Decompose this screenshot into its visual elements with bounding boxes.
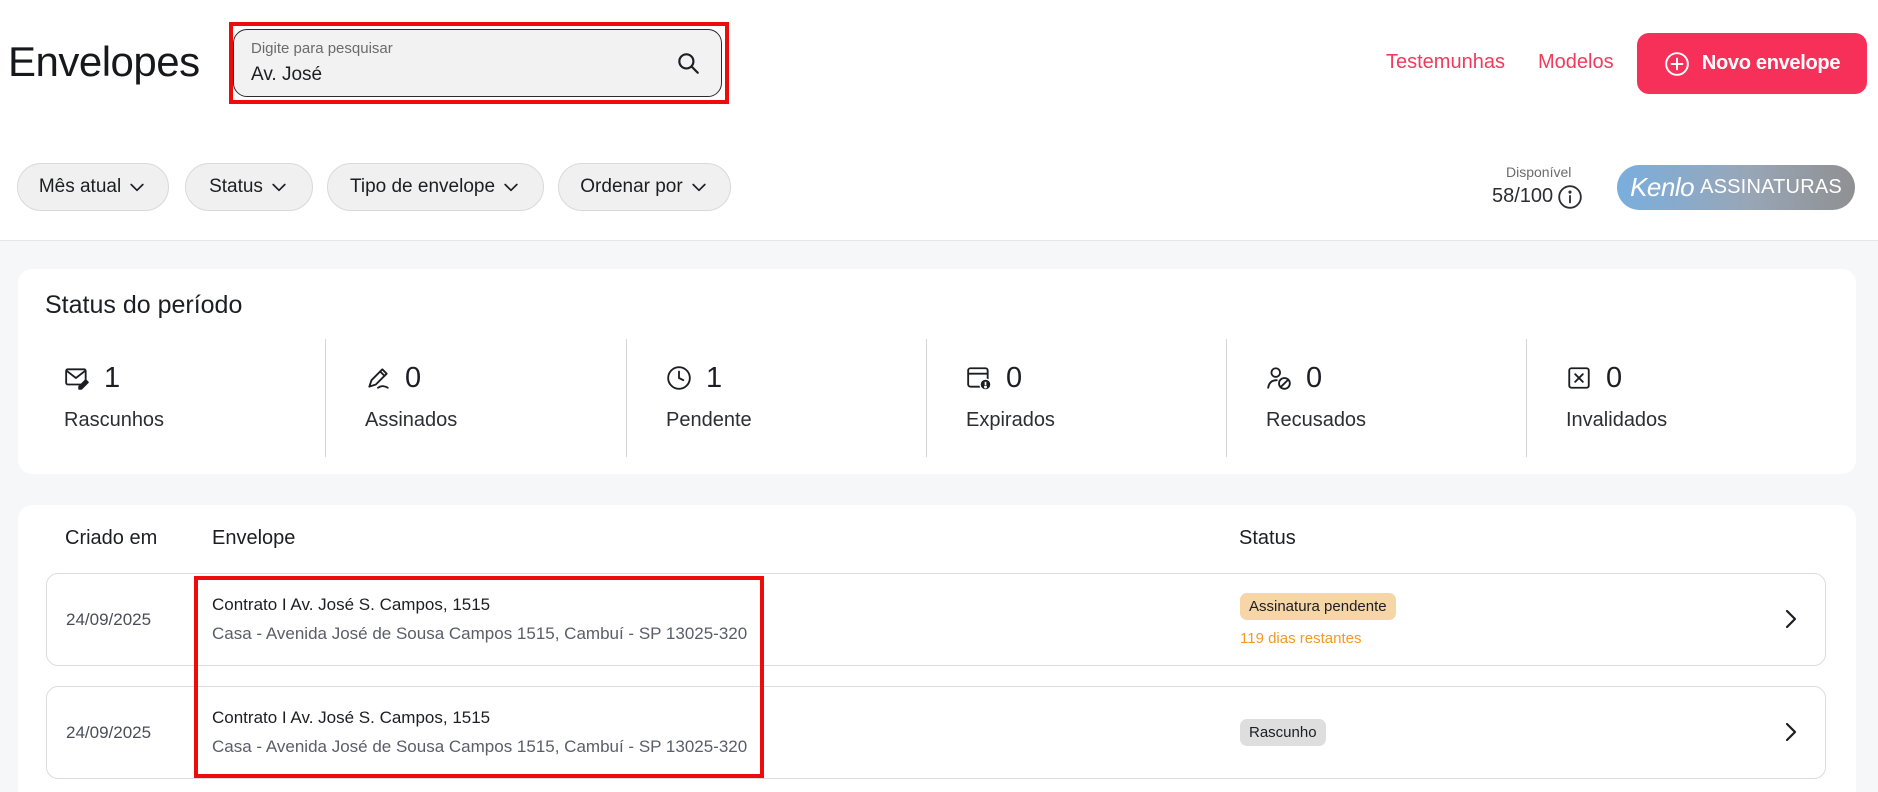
x-square-icon xyxy=(1568,367,1590,389)
stat-pending[interactable]: 1 Pendente xyxy=(620,341,920,459)
table-row[interactable]: 24/09/2025 Contrato I Av. José S. Campos… xyxy=(46,573,1826,666)
brand-logo-script: Kenlo xyxy=(1630,172,1695,202)
witnesses-link[interactable]: Testemunhas xyxy=(1386,51,1505,74)
filter-status-label: Status xyxy=(209,176,263,197)
table-row[interactable]: 24/09/2025 Contrato I Av. José S. Campos… xyxy=(46,686,1826,779)
filter-envelope-type[interactable]: Tipo de envelope xyxy=(327,163,544,211)
stat-label: Recusados xyxy=(1266,409,1367,431)
stat-count: 1 xyxy=(706,362,723,394)
stat-signed[interactable]: 0 Assinados xyxy=(319,341,619,459)
column-header-created[interactable]: Criado em xyxy=(65,527,157,550)
chevron-right-icon[interactable] xyxy=(1779,607,1803,631)
filter-sort-label: Ordenar por xyxy=(580,176,683,197)
chevron-down-icon xyxy=(504,183,518,192)
templates-link[interactable]: Modelos xyxy=(1538,51,1614,74)
availability-value: 58/100 xyxy=(1492,185,1554,207)
stat-label: Pendente xyxy=(666,409,752,431)
column-header-envelope[interactable]: Envelope xyxy=(212,527,295,550)
column-header-status[interactable]: Status xyxy=(1239,527,1296,550)
envelopes-table: Criado em Envelope Status 24/09/2025 Con… xyxy=(18,505,1856,792)
new-envelope-button[interactable]: Novo envelope xyxy=(1637,33,1867,94)
clock-icon xyxy=(667,366,691,390)
stat-count: 0 xyxy=(1006,362,1023,394)
filter-month-label: Mês atual xyxy=(38,176,122,197)
stat-invalidated[interactable]: 0 Invalidados xyxy=(1520,341,1820,459)
stat-label: Invalidados xyxy=(1566,409,1668,431)
filter-status[interactable]: Status xyxy=(185,163,313,211)
stat-label: Assinados xyxy=(365,409,458,431)
brand-logo-word: ASSINATURAS xyxy=(1700,176,1842,198)
chevron-down-icon xyxy=(130,183,144,192)
stat-count: 1 xyxy=(104,362,121,394)
plus-circle-icon xyxy=(1665,51,1689,76)
status-period-title: Status do período xyxy=(45,291,243,319)
new-envelope-label: Novo envelope xyxy=(1701,52,1841,74)
header: Envelopes Digite para pesquisar Av. José… xyxy=(0,0,1878,240)
chevron-down-icon xyxy=(272,183,286,192)
envelope-title: Contrato I Av. José S. Campos, 1515 xyxy=(212,708,491,727)
created-date: 24/09/2025 xyxy=(66,610,152,629)
pen-icon xyxy=(368,368,389,389)
main-content: Status do período 1 Rascunhos 0 Assinado… xyxy=(0,240,1878,792)
info-icon[interactable] xyxy=(1557,184,1583,210)
stat-count: 0 xyxy=(405,362,422,394)
user-block-icon xyxy=(1267,367,1291,390)
availability-label: Disponível xyxy=(1506,164,1572,180)
status-period-card: Status do período 1 Rascunhos 0 Assinado… xyxy=(18,269,1856,474)
days-remaining: 119 dias restantes xyxy=(1240,630,1362,647)
filter-sort[interactable]: Ordenar por xyxy=(558,163,731,211)
chevron-down-icon xyxy=(692,183,706,192)
filter-envelope-type-label: Tipo de envelope xyxy=(349,176,496,197)
page-title: Envelopes xyxy=(8,38,200,85)
stat-count: 0 xyxy=(1606,362,1623,394)
created-date: 24/09/2025 xyxy=(66,723,152,742)
stat-drafts[interactable]: 1 Rascunhos xyxy=(18,341,318,459)
stat-label: Rascunhos xyxy=(64,409,165,431)
stat-count: 0 xyxy=(1306,362,1323,394)
stat-refused[interactable]: 0 Recusados xyxy=(1220,341,1520,459)
search-highlight-box xyxy=(229,22,729,104)
envelope-subtitle: Casa - Avenida José de Sousa Campos 1515… xyxy=(212,624,748,643)
status-badge: Assinatura pendente xyxy=(1240,593,1396,620)
calendar-alert-icon xyxy=(967,367,992,391)
filter-month[interactable]: Mês atual xyxy=(17,163,169,211)
stat-label: Expirados xyxy=(966,409,1055,431)
envelope-subtitle: Casa - Avenida José de Sousa Campos 1515… xyxy=(212,737,748,756)
status-badge: Rascunho xyxy=(1240,719,1326,746)
envelope-edit-icon xyxy=(65,368,89,390)
brand-logo: Kenlo ASSINATURAS xyxy=(1617,165,1855,210)
stat-expired[interactable]: 0 Expirados xyxy=(920,341,1220,459)
envelope-title: Contrato I Av. José S. Campos, 1515 xyxy=(212,595,491,614)
chevron-right-icon[interactable] xyxy=(1779,720,1803,744)
